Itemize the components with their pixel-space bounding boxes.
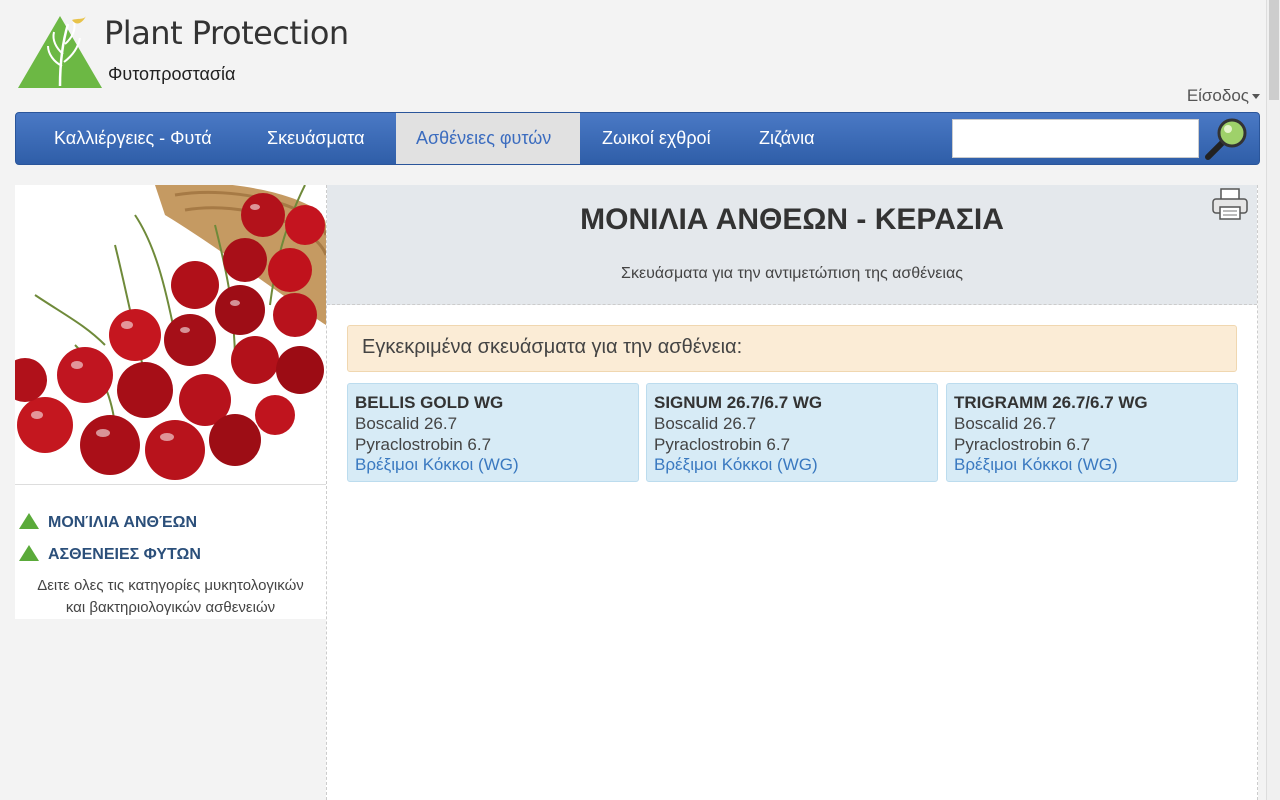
nav-item-plant-diseases[interactable]: Ασθένειες φυτών xyxy=(396,113,580,164)
search-icon[interactable] xyxy=(1200,115,1256,163)
product-formulation: Βρέξιμοι Κόκκοι (WG) xyxy=(355,455,519,474)
page-subtitle: Σκευάσματα για την αντιμετώπιση της ασθέ… xyxy=(621,265,963,282)
sidebar-link-label: ΑΣΘΕΝΕΙΕΣ ΦΥΤΩΝ xyxy=(48,546,201,563)
nav-item-crops[interactable]: Καλλιέργειες - Φυτά xyxy=(34,113,232,164)
scrollbar-thumb[interactable] xyxy=(1269,0,1279,100)
login-dropdown[interactable]: Είσοδος xyxy=(1187,86,1260,106)
product-formulation: Βρέξιμοι Κόκκοι (WG) xyxy=(654,455,818,474)
product-name: SIGNUM 26.7/6.7 WG xyxy=(654,393,823,412)
nav-item-weeds[interactable]: Ζιζάνια xyxy=(739,113,835,164)
sidebar-link-plant-diseases[interactable]: ΑΣΘΕΝΕΙΕΣ ΦΥΤΩΝ xyxy=(19,545,201,564)
triangle-icon xyxy=(19,545,39,561)
sidebar-link-label: ΜΟΝΊΛΙΑ ΑΝΘΈΩΝ xyxy=(48,514,198,531)
sidebar-link-monilia[interactable]: ΜΟΝΊΛΙΑ ΑΝΘΈΩΝ xyxy=(19,513,197,532)
product-card-trigramm[interactable]: TRIGRAMM 26.7/6.7 WG Boscalid 26.7 Pyrac… xyxy=(946,383,1238,482)
sidebar-description: Δειτε ολες τις κατηγορίες μυκητολογικών … xyxy=(15,575,326,619)
nav-item-products[interactable]: Σκευάσματα xyxy=(247,113,385,164)
site-header: Plant Protection Φυτοπροστασία Είσοδος xyxy=(0,0,1266,110)
product-ingredient: Pyraclostrobin 6.7 xyxy=(954,435,1091,454)
page-title: ΜΟΝΙΛΙΑ ΑΝΘΕΩΝ - ΚΕΡΑΣΙΑ xyxy=(580,203,1004,236)
cherries-image xyxy=(15,185,326,485)
print-icon[interactable] xyxy=(1211,187,1249,221)
product-ingredient: Boscalid 26.7 xyxy=(654,414,757,433)
approved-products-heading: Εγκεκριμένα σκευάσματα για την ασθένεια: xyxy=(347,325,1237,372)
nav-item-pests[interactable]: Ζωικοί εχθροί xyxy=(582,113,731,164)
site-subtitle: Φυτοπροστασία xyxy=(108,64,236,84)
site-title[interactable]: Plant Protection xyxy=(104,14,349,52)
cherries-illustration xyxy=(15,185,326,484)
product-formulation: Βρέξιμοι Κόκκοι (WG) xyxy=(954,455,1118,474)
product-ingredient: Pyraclostrobin 6.7 xyxy=(355,435,492,454)
product-name: BELLIS GOLD WG xyxy=(355,393,504,412)
logo-icon[interactable] xyxy=(16,14,104,90)
product-card-signum[interactable]: SIGNUM 26.7/6.7 WG Boscalid 26.7 Pyraclo… xyxy=(646,383,938,482)
main-navbar: Καλλιέργειες - Φυτά Σκευάσματα Ασθένειες… xyxy=(15,112,1260,165)
main-content: ΜΟΝΙΛΙΑ ΑΝΘΕΩΝ - ΚΕΡΑΣΙΑ Σκευάσματα για … xyxy=(326,185,1258,800)
product-ingredient: Pyraclostrobin 6.7 xyxy=(654,435,791,454)
chevron-down-icon xyxy=(1252,94,1260,100)
content-header: ΜΟΝΙΛΙΑ ΑΝΘΕΩΝ - ΚΕΡΑΣΙΑ Σκευάσματα για … xyxy=(327,185,1257,305)
product-ingredient: Boscalid 26.7 xyxy=(355,414,458,433)
sidebar-description-line2: και βακτηριολογικών ασθενειών xyxy=(65,599,276,616)
product-card-bellis-gold[interactable]: BELLIS GOLD WG Boscalid 26.7 Pyraclostro… xyxy=(347,383,639,482)
search-input[interactable] xyxy=(952,119,1199,158)
sidebar: ΜΟΝΊΛΙΑ ΑΝΘΈΩΝ ΑΣΘΕΝΕΙΕΣ ΦΥΤΩΝ Δειτε ολε… xyxy=(15,185,326,619)
product-name: TRIGRAMM 26.7/6.7 WG xyxy=(954,393,1148,412)
sidebar-description-line1: Δειτε ολες τις κατηγορίες μυκητολογικών xyxy=(37,577,304,594)
product-ingredient: Boscalid 26.7 xyxy=(954,414,1057,433)
page-scrollbar[interactable] xyxy=(1266,0,1280,800)
login-label: Είσοδος xyxy=(1186,86,1249,105)
triangle-icon xyxy=(19,513,39,529)
